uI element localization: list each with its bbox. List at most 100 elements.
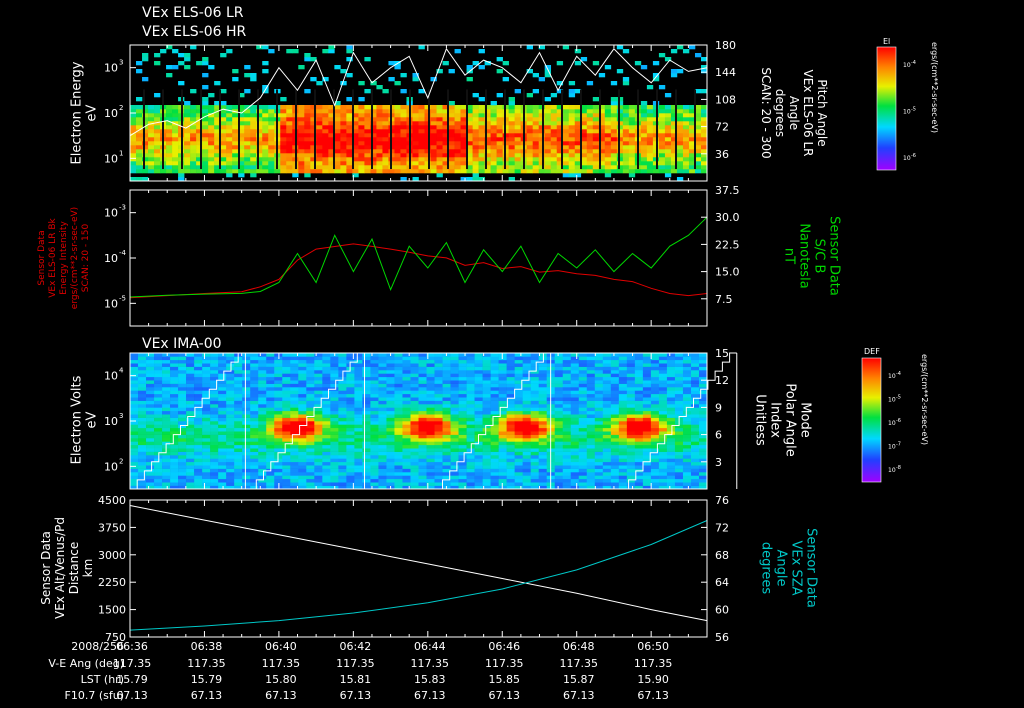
ima-cell (210, 461, 219, 466)
ima-cell (466, 366, 475, 371)
els-cell (454, 169, 461, 174)
els-cell (238, 169, 245, 174)
ima-cell (162, 366, 171, 371)
ima-cell (650, 424, 660, 429)
els-cell (646, 137, 654, 142)
els-cell (340, 129, 347, 134)
ima-cell (314, 410, 323, 415)
els-cell (472, 149, 479, 154)
els-cell (640, 157, 648, 162)
ima-cell (170, 482, 179, 486)
els-cell (322, 157, 329, 162)
ima-cell (162, 434, 171, 439)
ima-cell (530, 397, 540, 401)
ima-cell (466, 472, 475, 476)
els-cell (430, 133, 437, 138)
ima-cell (530, 380, 540, 384)
ima-cell (458, 441, 467, 446)
ima-cell (218, 451, 227, 456)
els-cell (346, 129, 353, 134)
ima-cell (610, 424, 620, 429)
els-cell (652, 61, 660, 66)
els-cell (400, 125, 407, 130)
els-cell (490, 129, 497, 134)
ima-cell (370, 421, 379, 425)
ima-cell (522, 431, 531, 435)
ima-cell (610, 414, 620, 418)
ima-cell (474, 417, 483, 422)
els-cell (364, 129, 371, 134)
ima-cell (322, 444, 331, 449)
els-cell (610, 105, 618, 110)
ima-cell (466, 397, 475, 401)
altitude-line (129, 505, 708, 622)
ima-cell (474, 468, 483, 473)
ima-cell (522, 427, 531, 432)
ima-cell (138, 393, 147, 398)
els-cell (628, 121, 636, 126)
ima-cell (602, 438, 612, 442)
ima-cell (154, 465, 163, 469)
ima-cell (482, 366, 491, 371)
ima-cell (658, 461, 668, 466)
els-cell (382, 141, 389, 146)
els-cell (454, 129, 461, 134)
ima-cell (250, 373, 259, 378)
ima-cell (154, 455, 163, 459)
ima-cell (562, 373, 572, 378)
ima-cell (506, 431, 515, 435)
ima-cell (346, 407, 355, 412)
ima-cell (306, 444, 315, 449)
ima-cell (594, 397, 604, 401)
els-cell (676, 137, 684, 142)
ima-cell (458, 404, 467, 408)
ima-cell (634, 407, 644, 412)
ima-cell (466, 478, 475, 483)
els-cell (226, 129, 233, 134)
els-cell (160, 169, 167, 174)
ima-right-axis-label: Index (768, 402, 783, 438)
ima-cell (378, 461, 387, 466)
ima-left-tick-label: 10 (104, 415, 118, 428)
ima-cell (434, 475, 443, 480)
ima-cell (242, 376, 251, 381)
els-cell (490, 145, 497, 150)
ima-cell (378, 387, 387, 391)
ima-cell (322, 451, 331, 456)
els-cell (202, 129, 209, 134)
ima-cell (482, 390, 491, 395)
els-cell (520, 169, 527, 174)
ima-cell (682, 359, 692, 364)
ima-cell (522, 424, 531, 429)
els-cell (262, 109, 269, 114)
els-cell (346, 117, 353, 122)
ima-cell (394, 482, 403, 486)
ima-cell (170, 444, 179, 449)
els-cell (478, 161, 485, 166)
ima-cell (594, 380, 604, 384)
ima-cell (594, 417, 604, 422)
els-cell (358, 137, 365, 142)
els-cell (286, 129, 293, 134)
ima-cell (442, 458, 451, 463)
ima-cell (410, 444, 419, 449)
ima-cell (178, 383, 187, 388)
els-cell (280, 169, 287, 174)
ima-cell (626, 380, 636, 384)
ima-cell (410, 390, 419, 395)
ima-cell (146, 363, 155, 367)
ima-cell (194, 434, 203, 439)
ima-cell (234, 448, 243, 452)
els-cell (628, 157, 636, 162)
els-cell (322, 109, 329, 114)
ima-cell (210, 482, 219, 486)
ima-cell (314, 448, 323, 452)
ima-cell (642, 353, 652, 357)
els-cell (316, 137, 323, 142)
els-cell (172, 109, 179, 114)
ima-cell (138, 376, 147, 381)
ima-cell (314, 393, 323, 398)
ima-cell (458, 461, 467, 466)
ima-cell (690, 397, 700, 401)
els-cell (394, 121, 401, 126)
